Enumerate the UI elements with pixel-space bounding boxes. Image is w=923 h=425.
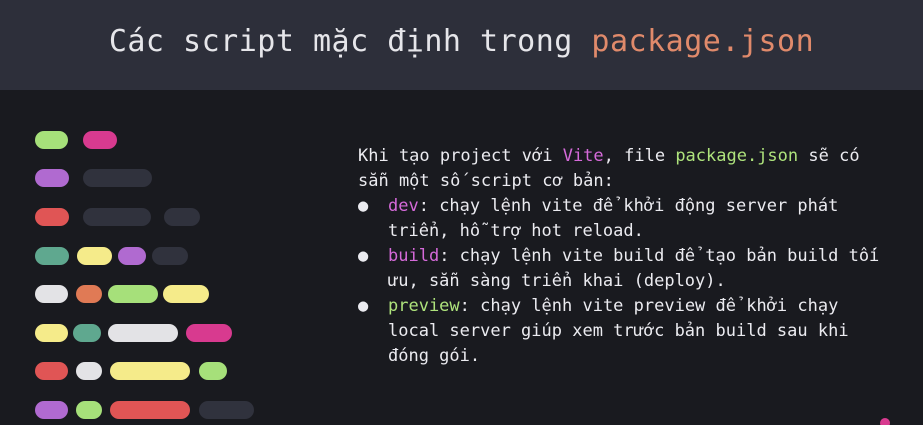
code-pill xyxy=(76,401,102,419)
code-pill xyxy=(110,362,190,380)
script-name-preview: preview xyxy=(388,296,460,316)
code-pill xyxy=(73,324,101,342)
script-desc-dev: : chạy lệnh vite để khởi động server phá… xyxy=(388,196,839,241)
package-json-keyword: package.json xyxy=(675,146,799,166)
scripts-list: ● dev: chạy lệnh vite để khởi động server… xyxy=(358,194,898,369)
vite-keyword: Vite xyxy=(562,146,604,166)
code-pill xyxy=(35,208,69,226)
code-pill xyxy=(186,324,232,342)
list-item-build: ● build: chạy lệnh vite build để tạo bản … xyxy=(358,244,898,294)
code-pill xyxy=(83,169,152,187)
code-pill xyxy=(83,131,117,149)
code-pill xyxy=(118,247,146,265)
script-name-dev: dev xyxy=(388,196,419,216)
code-pill xyxy=(110,401,190,419)
intro-text-1: Khi tạo project với xyxy=(358,146,563,166)
corner-decoration-dot xyxy=(880,418,890,425)
code-pill xyxy=(35,285,68,303)
code-pill xyxy=(108,285,158,303)
code-pill xyxy=(35,401,68,419)
code-pill xyxy=(35,247,69,265)
slide: Các script mặc định trong package.json K… xyxy=(0,0,923,425)
code-pill xyxy=(35,324,68,342)
code-pill xyxy=(76,362,102,380)
list-item-dev: ● dev: chạy lệnh vite để khởi động server… xyxy=(358,194,898,244)
intro-paragraph: Khi tạo project với Vite, file package.j… xyxy=(358,144,898,194)
code-pill xyxy=(35,131,68,149)
code-pill xyxy=(76,285,102,303)
bullet-icon: ● xyxy=(358,196,369,216)
code-pill xyxy=(199,362,227,380)
intro-text-2: , file xyxy=(603,146,676,166)
script-desc-build: : chạy lệnh vite build để tạo bản build … xyxy=(388,246,880,291)
code-pill xyxy=(77,247,112,265)
list-item-preview: ● preview: chạy lệnh vite preview để khởi… xyxy=(358,294,898,369)
content-text: Khi tạo project với Vite, file package.j… xyxy=(358,144,898,369)
code-pill xyxy=(163,285,209,303)
bullet-icon: ● xyxy=(358,296,369,316)
code-pill xyxy=(35,169,69,187)
script-name-build: build xyxy=(388,246,440,266)
bullet-icon: ● xyxy=(358,246,369,266)
code-pill xyxy=(152,247,188,265)
code-pill xyxy=(199,401,254,419)
code-pill xyxy=(164,208,200,226)
code-pill xyxy=(108,324,178,342)
code-pill xyxy=(83,208,151,226)
code-pill xyxy=(35,362,68,380)
